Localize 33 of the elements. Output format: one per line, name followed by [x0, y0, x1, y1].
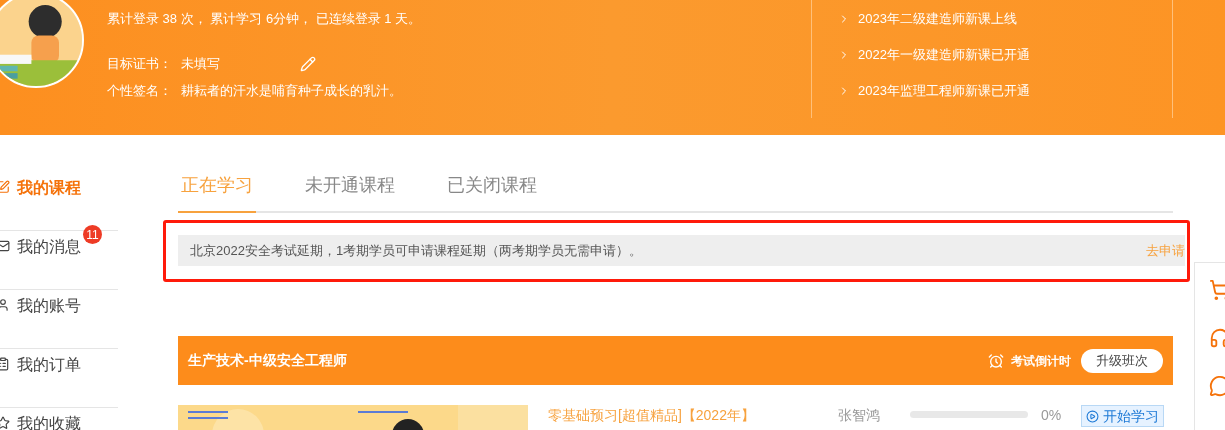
field-label: 目标证书：	[107, 55, 173, 73]
course-title[interactable]: 零基础预习[超值精品]【2022年】	[548, 405, 838, 426]
course-tab[interactable]: 已关闭课程	[444, 173, 540, 213]
pen-square-icon	[0, 180, 10, 194]
star-icon	[0, 416, 10, 430]
countdown-label: 考试倒计时	[1011, 352, 1071, 370]
course-tab[interactable]: 未开通课程	[302, 173, 398, 213]
upgrade-button[interactable]: 升级班次	[1081, 348, 1163, 373]
mail-icon	[0, 239, 10, 253]
news-link[interactable]: 2022年一级建造师新课已开通	[838, 46, 1172, 64]
field-value: 耕耘者的汗水是哺育种子成长的乳汁。	[181, 82, 402, 100]
sidebar-item[interactable]: 我的订单	[0, 349, 118, 408]
news-link[interactable]: 2023年监理工程师新课已开通	[838, 82, 1172, 100]
user-icon	[0, 298, 10, 312]
field-value: 未填写	[181, 55, 220, 73]
news-link[interactable]: 2023年二级建造师新课上线	[838, 10, 1172, 28]
notice-text: 北京2022安全考试延期，1考期学员可申请课程延期（两考期学员无需申请）。	[190, 241, 643, 260]
sidebar-item[interactable]: 我的账号	[0, 290, 118, 349]
login-stats: 累计登录 38 次， 累计学习 6分钟， 已连续登录 1 天。	[107, 10, 422, 28]
list-icon	[0, 357, 10, 371]
play-icon	[1086, 409, 1099, 423]
field-label: 个性签名：	[107, 82, 173, 100]
teacher-name: 张智鸿	[838, 406, 881, 425]
start-study-button[interactable]: 开始学习	[1081, 405, 1164, 427]
headset-icon[interactable]	[1209, 327, 1225, 349]
cart-icon[interactable]	[1209, 279, 1225, 301]
course-tab[interactable]: 正在学习	[178, 173, 256, 213]
unread-count-badge: 11	[83, 225, 102, 244]
alarm-clock-icon	[988, 352, 1004, 369]
edit-icon[interactable]	[300, 56, 316, 72]
progress-percent: 0%	[1041, 406, 1063, 425]
chat-icon[interactable]	[1209, 375, 1225, 397]
course-group-title: 生产技术-中级安全工程师	[188, 351, 347, 370]
